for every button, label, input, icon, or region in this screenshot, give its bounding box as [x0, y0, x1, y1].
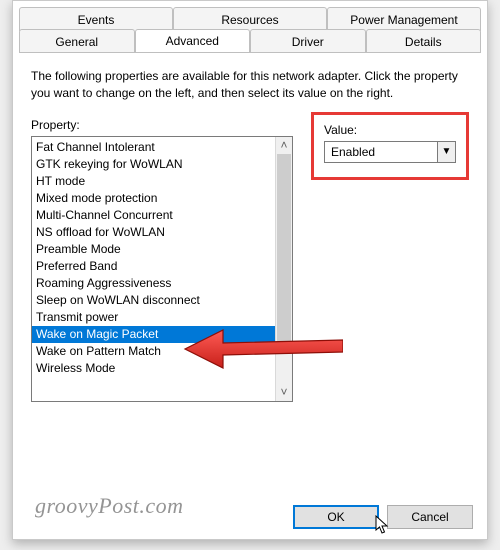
list-item[interactable]: Preamble Mode [32, 241, 275, 258]
tab-label: Details [405, 35, 442, 49]
device-properties-dialog: Events Resources Power Management General A… [12, 0, 488, 540]
dialog-button-row: OK Cancel [293, 505, 473, 529]
tab-label: Power Management [350, 13, 457, 27]
description-text: The following properties are available f… [31, 68, 469, 102]
list-item[interactable]: Mixed mode protection [32, 190, 275, 207]
tab-power-management[interactable]: Power Management [327, 7, 481, 31]
cancel-button[interactable]: Cancel [387, 505, 473, 529]
scroll-down-button[interactable]: ˅ [276, 384, 292, 401]
tab-label: Events [78, 13, 115, 27]
list-item[interactable]: GTK rekeying for WoWLAN [32, 156, 275, 173]
list-item[interactable]: Wireless Mode [32, 360, 275, 377]
cancel-button-label: Cancel [411, 510, 448, 524]
tab-label: General [55, 35, 98, 49]
list-item[interactable]: HT mode [32, 173, 275, 190]
scroll-track[interactable] [276, 154, 292, 384]
listbox-scrollbar[interactable]: ˄ ˅ [275, 137, 292, 401]
value-combobox-text: Enabled [325, 142, 437, 162]
scroll-thumb[interactable] [277, 154, 291, 350]
list-item[interactable]: Wake on Pattern Match [32, 343, 275, 360]
list-item[interactable]: Preferred Band [32, 258, 275, 275]
chevron-up-icon: ˄ [280, 138, 287, 152]
ok-button-label: OK [327, 510, 344, 524]
watermark-text: groovyPost.com [35, 493, 184, 519]
dropdown-icon: ▼ [442, 146, 452, 157]
tab-driver[interactable]: Driver [250, 29, 366, 53]
tab-general[interactable]: General [19, 29, 135, 53]
scroll-up-button[interactable]: ˄ [276, 137, 292, 154]
list-item[interactable]: Transmit power [32, 309, 275, 326]
list-item[interactable]: Fat Channel Intolerant [32, 139, 275, 156]
value-label: Value: [324, 123, 456, 137]
list-item[interactable]: Roaming Aggressiveness [32, 275, 275, 292]
tab-advanced[interactable]: Advanced [135, 29, 251, 53]
list-item[interactable]: Sleep on WoWLAN disconnect [32, 292, 275, 309]
tab-resources[interactable]: Resources [173, 7, 327, 31]
list-item[interactable]: Wake on Magic Packet [32, 326, 275, 343]
value-combobox[interactable]: Enabled ▼ [324, 141, 456, 163]
tab-events[interactable]: Events [19, 7, 173, 31]
property-label: Property: [31, 118, 293, 132]
tab-label: Driver [292, 35, 324, 49]
chevron-down-icon: ˅ [280, 385, 287, 399]
tab-body-advanced: The following properties are available f… [13, 56, 487, 410]
ok-button[interactable]: OK [293, 505, 379, 529]
tab-label: Resources [221, 13, 278, 27]
list-item[interactable]: Multi-Channel Concurrent [32, 207, 275, 224]
list-item[interactable]: NS offload for WoWLAN [32, 224, 275, 241]
tab-details[interactable]: Details [366, 29, 482, 53]
tab-label: Advanced [166, 34, 219, 48]
value-highlight-box: Value: Enabled ▼ [311, 112, 469, 180]
tab-strip: Events Resources Power Management General A… [13, 1, 487, 56]
property-listbox[interactable]: Fat Channel IntolerantGTK rekeying for W… [31, 136, 293, 402]
value-combobox-button[interactable]: ▼ [437, 142, 455, 162]
